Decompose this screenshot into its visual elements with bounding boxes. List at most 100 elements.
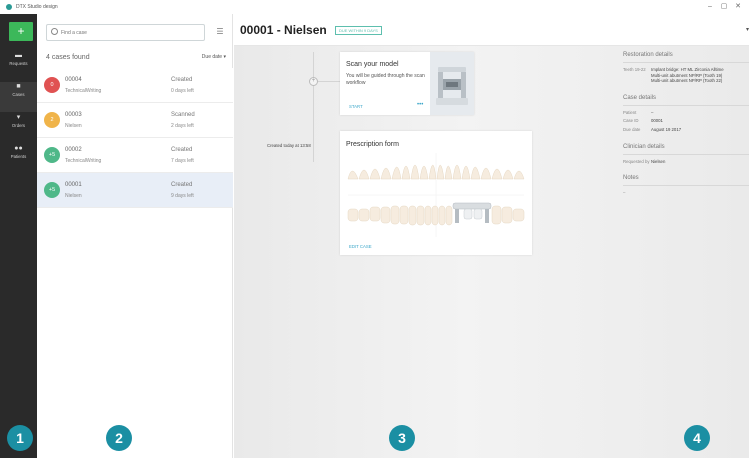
chat-icon: ▬: [15, 52, 22, 59]
case-days-left: 0 days left: [171, 88, 194, 94]
case-row[interactable]: +5 00002 TechnicalWriting Created 7 days…: [37, 138, 233, 173]
rail-item-requests[interactable]: ▬ Requests: [0, 51, 37, 81]
case-days-left: 2 days left: [171, 123, 194, 129]
rail-item-patients[interactable]: ●● Patients: [0, 144, 37, 174]
detail-row: Requested by Nielsen: [623, 159, 749, 165]
callout-1: 1: [7, 425, 33, 451]
case-rows: 0 00004 TechnicalWriting Created 0 days …: [37, 68, 233, 208]
case-status: Scanned: [171, 112, 195, 118]
scan-card-description: You will be guided through the scan work…: [346, 73, 425, 86]
rail-item-label: Cases: [12, 92, 25, 97]
case-row-selected[interactable]: +5 00001 Nielsen Created 9 days left: [37, 173, 233, 208]
section-title: Case details: [623, 94, 657, 101]
callout-2: 2: [106, 425, 132, 451]
case-row[interactable]: 0 00004 TechnicalWriting Created 0 days …: [37, 68, 233, 103]
due-badge: DUE WITHIN 9 DAYS: [335, 26, 382, 35]
detail-value: August 19 2017: [651, 126, 682, 132]
divider: [623, 185, 749, 187]
case-patient: TechnicalWriting: [65, 88, 102, 94]
case-id: 00002: [65, 147, 82, 153]
detail-key: Due date: [623, 126, 641, 132]
detail-row: Case ID 00001: [623, 118, 749, 124]
scan-card-title: Scan your model: [346, 61, 399, 68]
case-patient: Nielsen: [65, 123, 82, 129]
start-button[interactable]: START: [349, 104, 363, 109]
restoration-details: Restoration details Teeth 19-22 Implant …: [623, 52, 749, 84]
notes-text: –: [623, 190, 626, 196]
add-button[interactable]: +: [9, 22, 33, 41]
case-row[interactable]: 2 00003 Nielsen Scanned 2 days left: [37, 103, 233, 138]
case-details: Case details Patient – Case ID 00001 Due d…: [623, 95, 749, 133]
detail-key: Patient: [623, 109, 637, 115]
rail-item-orders[interactable]: ▾ Orders: [0, 113, 37, 143]
divider: [623, 153, 749, 155]
minimize-button[interactable]: –: [703, 2, 717, 12]
cart-icon: ▾: [16, 114, 21, 121]
created-label: Created today at 13:58: [267, 143, 311, 148]
window-controls: – ▢ ✕: [703, 2, 745, 12]
case-status: Created: [171, 147, 193, 153]
scanner-image: [430, 52, 474, 115]
app-title: DTX Studio design: [16, 4, 58, 10]
close-button[interactable]: ✕: [731, 2, 745, 12]
rail-item-label: Orders: [11, 123, 26, 128]
case-status: Created: [171, 182, 193, 188]
section-title: Notes: [623, 175, 639, 182]
edit-case-button[interactable]: EDIT CASE: [349, 244, 372, 249]
case-id: 00001: [65, 182, 82, 188]
detail-value: Nielsen: [651, 158, 666, 164]
prescription-title: Prescription form: [346, 141, 399, 148]
case-count: 4 cases found: [46, 54, 90, 61]
detail-key: Case ID: [623, 118, 639, 124]
case-patient: Nielsen: [65, 193, 82, 199]
scanner-icon: [430, 52, 474, 115]
case-days-left: 7 days left: [171, 158, 194, 164]
search-bar: ☰: [46, 24, 233, 41]
scan-card: Scan your model You will be guided throu…: [340, 52, 474, 115]
case-list-panel: ☰ 4 cases found Due date ▾ 0 00004 Techn…: [37, 14, 233, 458]
notes-value: –: [623, 190, 749, 195]
case-id: 00003: [65, 112, 82, 118]
clinician-details: Clinician details Requested by Nielsen: [623, 144, 749, 165]
nav-rail: + ▬ Requests ■ Cases ▾ Orders ●● Patient…: [0, 14, 37, 458]
teeth-chart[interactable]: [344, 149, 528, 241]
implant-bridge: [452, 202, 492, 223]
timeline-line: [313, 52, 314, 162]
rail-item-cases[interactable]: ■ Cases: [0, 82, 37, 112]
prescription-card: Prescription form EDIT CASE: [340, 131, 532, 255]
restoration-key: Teeth 19-22: [623, 67, 646, 72]
detail-value: 00001: [651, 118, 663, 124]
case-status: Created: [171, 77, 193, 83]
app-logo-icon: [6, 4, 12, 10]
case-patient: TechnicalWriting: [65, 158, 102, 164]
filter-icon[interactable]: ☰: [212, 26, 228, 38]
restoration-line: Multi-unit abutment NP/RP (Tooth 22): [651, 78, 723, 84]
search-input[interactable]: [61, 27, 201, 39]
restoration-row: Teeth 19-22 Implant bridge: HT ML Zircon…: [623, 67, 749, 84]
days-badge: +5: [44, 147, 60, 163]
days-badge: 2: [44, 112, 60, 128]
case-days-left: 9 days left: [171, 193, 194, 199]
section-title: Restoration details: [623, 52, 673, 58]
detail-value: –: [651, 109, 654, 115]
detail-row: Due date August 19 2017: [623, 127, 749, 133]
page-title: 00001 - Nielsen: [240, 23, 327, 37]
divider: [623, 104, 749, 106]
sort-dropdown[interactable]: Due date ▾: [202, 54, 226, 60]
case-detail-panel: 00001 - Nielsen DUE WITHIN 9 DAYS ▾ + Cr…: [234, 14, 749, 458]
case-id: 00004: [65, 77, 82, 83]
maximize-button[interactable]: ▢: [717, 2, 731, 12]
timeline-add-node[interactable]: +: [309, 77, 318, 86]
detail-row: Patient –: [623, 110, 749, 116]
restoration-values: Implant bridge: HT ML Zirconia Alltime M…: [651, 67, 749, 84]
search-icon: [51, 28, 58, 35]
more-options-icon[interactable]: •••: [417, 102, 423, 108]
days-badge: 0: [44, 77, 60, 93]
rail-item-label: Requests: [9, 61, 28, 66]
search-box: [46, 24, 205, 41]
folder-icon: ■: [16, 83, 21, 90]
section-title: Clinician details: [623, 143, 665, 150]
notes: Notes –: [623, 175, 749, 195]
case-header: 00001 - Nielsen DUE WITHIN 9 DAYS ▾: [234, 14, 749, 46]
callout-4: 4: [684, 425, 710, 451]
